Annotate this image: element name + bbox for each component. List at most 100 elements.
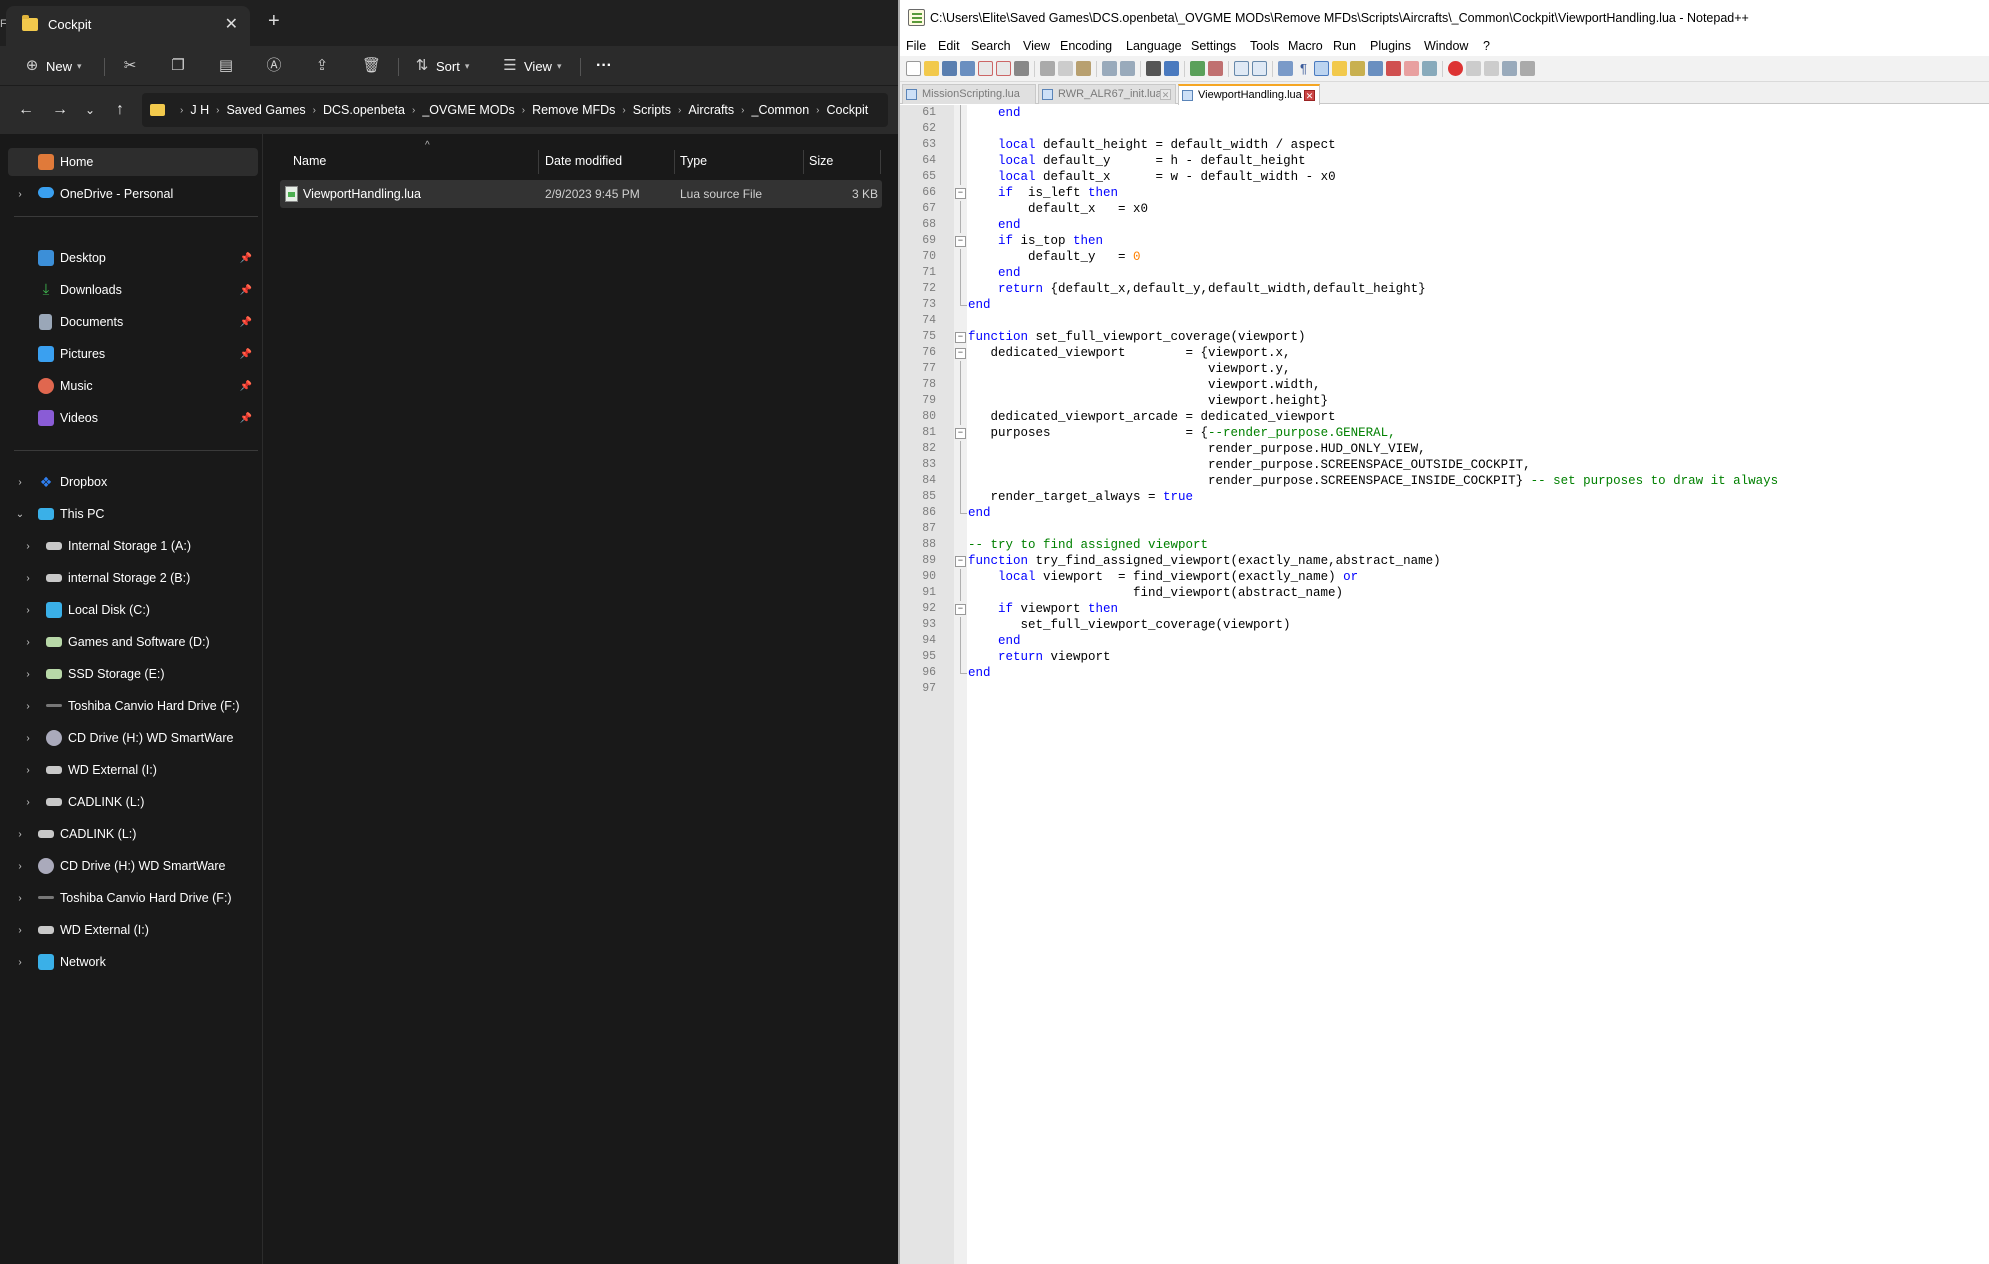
nav-item-drive[interactable]: › CD Drive (H:) WD SmartWare (8, 724, 258, 752)
collapse-chevron-icon[interactable]: ⌄ (14, 509, 26, 520)
code-line[interactable]: 62 (900, 121, 1989, 137)
close-file-icon[interactable] (978, 61, 993, 76)
tab-viewporthandling[interactable]: ViewportHandling.lua ✕ (1178, 84, 1320, 105)
close-tab-icon[interactable]: ✕ (225, 14, 238, 34)
expand-chevron-icon[interactable]: › (22, 765, 34, 776)
undo-icon[interactable] (1102, 61, 1117, 76)
nav-item-drive[interactable]: › Toshiba Canvio Hard Drive (F:) (8, 884, 258, 912)
nav-item-drive[interactable]: › Internal Storage 1 (A:) (8, 532, 258, 560)
zoom-out-icon[interactable] (1208, 61, 1223, 76)
breadcrumb-item[interactable]: DCS.openbeta (323, 103, 405, 117)
code-line[interactable]: 69 − if is_top then (900, 233, 1989, 249)
copy-icon[interactable] (1058, 61, 1073, 76)
code-line[interactable]: 63 local default_height = default_width … (900, 137, 1989, 153)
code-line[interactable]: 92 − if viewport then (900, 601, 1989, 617)
expand-chevron-icon[interactable]: › (14, 829, 26, 840)
paste-icon[interactable] (1076, 61, 1091, 76)
save-all-icon[interactable] (960, 61, 975, 76)
breadcrumb-item[interactable]: Saved Games (226, 103, 305, 117)
code-line[interactable]: 93 set_full_viewport_coverage(viewport) (900, 617, 1989, 633)
new-file-icon[interactable] (906, 61, 921, 76)
new-tab-button[interactable]: + (268, 10, 280, 33)
column-header-name[interactable]: Name (293, 146, 326, 176)
nav-item-onedrive[interactable]: › OneDrive - Personal (8, 180, 258, 208)
menu-help[interactable]: ? (1483, 39, 1490, 53)
code-line[interactable]: 67 default_x = x0 (900, 201, 1989, 217)
run-macro-multiple-icon[interactable] (1502, 61, 1517, 76)
replace-icon[interactable] (1164, 61, 1179, 76)
forward-arrow-icon[interactable]: → (48, 98, 72, 122)
breadcrumb-item[interactable]: _Common (752, 103, 810, 117)
print-icon[interactable] (1014, 61, 1029, 76)
more-options-button[interactable]: ··· (596, 46, 612, 86)
nav-item-documents[interactable]: Documents 📌 (8, 308, 258, 336)
code-line[interactable]: 83 render_purpose.SCREENSPACE_OUTSIDE_CO… (900, 457, 1989, 473)
redo-icon[interactable] (1120, 61, 1135, 76)
nav-item-downloads[interactable]: ⤓ Downloads 📌 (8, 276, 258, 304)
nav-item-drive[interactable]: › internal Storage 2 (B:) (8, 564, 258, 592)
code-line[interactable]: 68 end (900, 217, 1989, 233)
code-line[interactable]: 86 end (900, 505, 1989, 521)
menu-view[interactable]: View (1023, 39, 1050, 53)
breadcrumb-item[interactable]: Aircrafts (688, 103, 734, 117)
up-arrow-icon[interactable]: ↑ (108, 98, 132, 122)
new-button[interactable]: ⊕ New ▾ (24, 46, 82, 86)
rename-button[interactable]: Ⓐ (266, 46, 288, 86)
fold-toggle-icon[interactable]: − (955, 428, 966, 439)
breadcrumb-item[interactable]: J H (190, 103, 209, 117)
expand-chevron-icon[interactable]: › (22, 573, 34, 584)
breadcrumb-item[interactable]: Scripts (633, 103, 671, 117)
nav-item-drive[interactable]: › CADLINK (L:) (8, 820, 258, 848)
nav-item-drive[interactable]: › WD External (I:) (8, 756, 258, 784)
view-button[interactable]: ☰ View ▾ (502, 46, 561, 86)
stop-macro-icon[interactable] (1466, 61, 1481, 76)
monitoring-icon[interactable] (1422, 61, 1437, 76)
user-language-icon[interactable] (1332, 61, 1347, 76)
fold-toggle-icon[interactable]: − (955, 188, 966, 199)
breadcrumb[interactable]: › J H › Saved Games › DCS.openbeta › _OVGME… (142, 93, 888, 127)
nav-item-drive[interactable]: › Local Disk (C:) (8, 596, 258, 624)
menu-encoding[interactable]: Encoding (1060, 39, 1112, 53)
code-line[interactable]: 66 − if is_left then (900, 185, 1989, 201)
zoom-in-icon[interactable] (1190, 61, 1205, 76)
pin-icon[interactable]: 📌 (240, 253, 252, 264)
expand-chevron-icon[interactable]: › (22, 541, 34, 552)
expand-chevron-icon[interactable]: › (14, 477, 26, 488)
close-tab-icon[interactable]: ✕ (1160, 89, 1171, 100)
fold-toggle-icon[interactable]: − (955, 556, 966, 567)
code-editor[interactable]: 61 end 62 63 local default_height = defaul… (900, 105, 1989, 1264)
doc-list-icon[interactable] (1404, 61, 1419, 76)
nav-item-home[interactable]: Home (8, 148, 258, 176)
code-line[interactable]: 77 viewport.y, (900, 361, 1989, 377)
code-line[interactable]: 87 (900, 521, 1989, 537)
nav-item-drive[interactable]: › WD External (I:) (8, 916, 258, 944)
menu-edit[interactable]: Edit (938, 39, 960, 53)
menu-run[interactable]: Run (1333, 39, 1356, 53)
copy-button[interactable]: ❐ (170, 46, 192, 86)
pin-icon[interactable]: 📌 (240, 349, 252, 360)
nav-item-drive[interactable]: › Games and Software (D:) (8, 628, 258, 656)
code-line[interactable]: 97 (900, 681, 1989, 697)
nav-item-network[interactable]: › Network (8, 948, 258, 976)
nav-item-pictures[interactable]: Pictures 📌 (8, 340, 258, 368)
save-macro-icon[interactable] (1520, 61, 1535, 76)
expand-chevron-icon[interactable]: › (22, 637, 34, 648)
fold-toggle-icon[interactable]: − (955, 236, 966, 247)
fold-toggle-icon[interactable]: − (955, 604, 966, 615)
code-line[interactable]: 72 return {default_x,default_y,default_w… (900, 281, 1989, 297)
sync-horizontal-icon[interactable] (1252, 61, 1267, 76)
code-line[interactable]: 78 viewport.width, (900, 377, 1989, 393)
code-line[interactable]: 81 − purposes = {--render_purpose.GENERAL… (900, 425, 1989, 441)
expand-chevron-icon[interactable]: › (14, 925, 26, 936)
menu-search[interactable]: Search (971, 39, 1011, 53)
pin-icon[interactable]: 📌 (240, 413, 252, 424)
play-macro-icon[interactable] (1484, 61, 1499, 76)
recent-chevron-icon[interactable]: ⌄ (78, 98, 102, 122)
save-icon[interactable] (942, 61, 957, 76)
find-icon[interactable] (1146, 61, 1161, 76)
nav-item-drive[interactable]: › Toshiba Canvio Hard Drive (F:) (8, 692, 258, 720)
paste-button[interactable]: ▤ (218, 46, 240, 86)
code-line[interactable]: 71 end (900, 265, 1989, 281)
menu-tools[interactable]: Tools (1250, 39, 1279, 53)
delete-button[interactable]: 🗑 (362, 46, 384, 86)
